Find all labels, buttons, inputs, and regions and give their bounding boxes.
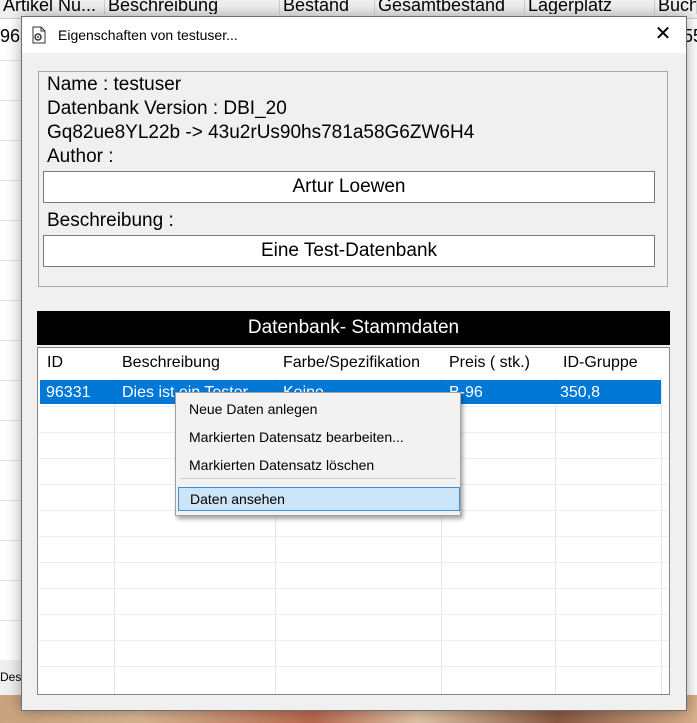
column-header-farbe[interactable]: Farbe/Spezifikation xyxy=(283,354,420,372)
document-gear-icon xyxy=(32,26,46,44)
background-grid xyxy=(0,60,22,660)
row-divider xyxy=(38,666,669,667)
bg-col-buch: Buch xyxy=(655,0,697,14)
dialog-titlebar[interactable]: Eigenschaften von testuser... ✕ xyxy=(22,17,686,53)
properties-dialog: Eigenschaften von testuser... ✕ Name : t… xyxy=(21,16,687,711)
row-divider xyxy=(38,562,669,563)
close-icon: ✕ xyxy=(654,23,672,45)
bg-col-lagerplatz: Lagerplatz xyxy=(525,0,655,14)
author-field[interactable]: Artur Loewen xyxy=(43,171,655,203)
description-field[interactable]: Eine Test-Datenbank xyxy=(43,235,655,267)
cell-gruppe: 350,8 xyxy=(560,384,601,401)
name-line: Name : testuser xyxy=(47,74,182,95)
menu-item-loeschen[interactable]: Markierten Datensatz löschen xyxy=(176,453,460,477)
dialog-title: Eigenschaften von testuser... xyxy=(58,27,238,43)
description-label: Beschreibung : xyxy=(47,210,174,231)
context-menu: Neue Daten anlegen Markierten Datensatz … xyxy=(175,392,461,516)
hash-line: Gq82ue8YL22b -> 43u2rUs90hs781a58G6ZW6H4 xyxy=(47,122,475,143)
row-divider xyxy=(38,640,669,641)
bg-col-artikel: Artikel Nu... xyxy=(0,0,105,14)
cell-id: 96331 xyxy=(46,384,91,401)
column-header-id[interactable]: ID xyxy=(47,354,63,372)
row-divider xyxy=(38,536,669,537)
version-line: Datenbank Version : DBI_20 xyxy=(47,98,287,119)
menu-item-daten-ansehen[interactable]: Daten ansehen xyxy=(178,487,460,511)
menu-separator xyxy=(180,478,456,479)
author-label: Author : xyxy=(47,146,114,167)
bg-col-beschreibung: Beschreibung xyxy=(105,0,280,14)
bg-col-gesamtbestand: Gesamtbestand xyxy=(375,0,525,14)
table-header: ID Beschreibung Farbe/Spezifikation Prei… xyxy=(38,348,669,378)
section-header: Datenbank- Stammdaten xyxy=(37,311,670,345)
column-divider xyxy=(661,348,662,694)
row-divider xyxy=(38,614,669,615)
menu-item-neue-daten[interactable]: Neue Daten anlegen xyxy=(176,397,460,421)
menu-item-bearbeiten[interactable]: Markierten Datensatz bearbeiten... xyxy=(176,425,460,449)
column-header-preis[interactable]: Preis ( stk.) xyxy=(449,354,530,372)
background-taskbar-fragment: Desk xyxy=(0,660,27,695)
database-info-group: Name : testuser Datenbank Version : DBI_… xyxy=(38,71,668,287)
column-header-id-gruppe[interactable]: ID-Gruppe xyxy=(563,354,638,372)
row-divider xyxy=(38,588,669,589)
bg-col-bestand: Bestand xyxy=(280,0,375,14)
close-button[interactable]: ✕ xyxy=(640,17,686,53)
column-header-beschreibung[interactable]: Beschreibung xyxy=(122,354,220,372)
